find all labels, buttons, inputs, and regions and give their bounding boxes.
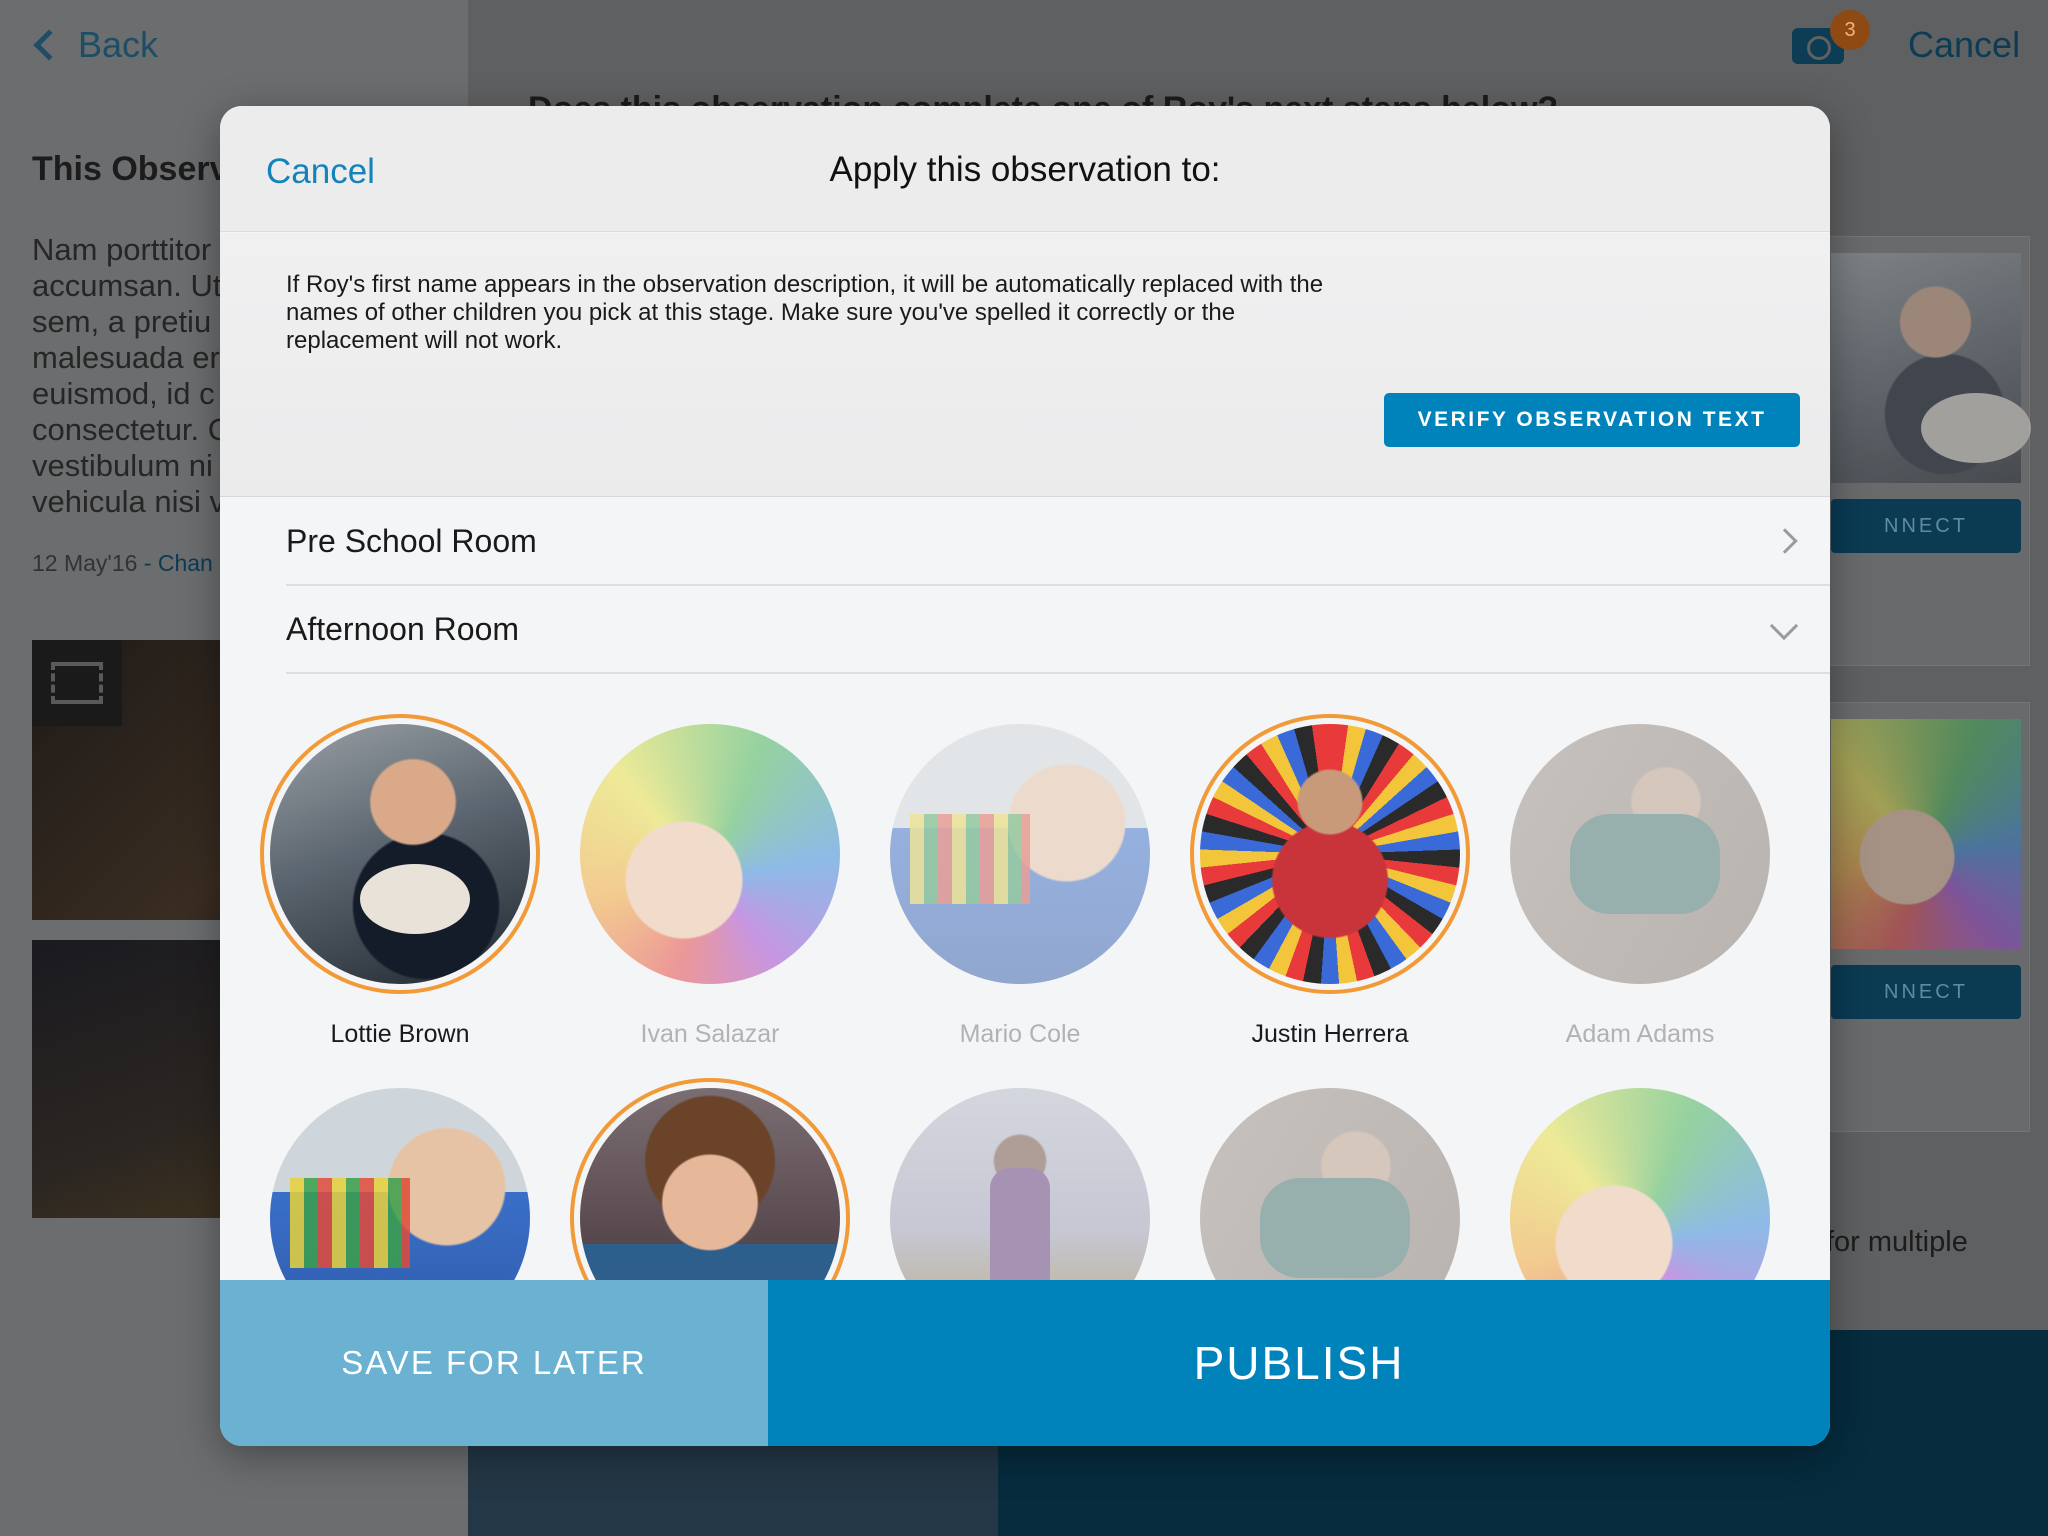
- info-panel: If Roy's first name appears in the obser…: [220, 233, 1830, 497]
- avatar: [260, 714, 540, 994]
- back-label: Back: [78, 24, 159, 65]
- child-mario-cole[interactable]: Mario Cole: [870, 714, 1170, 1049]
- child-ivan-salazar[interactable]: Ivan Salazar: [560, 714, 860, 1049]
- next-step-card: NNECT: [1820, 702, 2030, 1132]
- chevron-right-icon: [1772, 528, 1798, 554]
- back-button[interactable]: Back: [30, 24, 158, 66]
- chevron-down-icon: [1769, 611, 1799, 641]
- film-icon: [32, 640, 122, 726]
- child-adam-adams[interactable]: Adam Adams: [1490, 714, 1790, 1049]
- room-label: Pre School Room: [286, 522, 537, 559]
- next-step-card: NNECT: [1820, 236, 2031, 666]
- avatar: [880, 714, 1160, 994]
- child-name: Lottie Brown: [330, 1020, 470, 1048]
- chevron-left-icon: [33, 29, 65, 61]
- camera-count-badge: 3: [1830, 10, 1870, 50]
- date-text: 12 May'16: [32, 550, 138, 576]
- child-name: Mario Cole: [959, 1020, 1081, 1048]
- card-image: [1831, 253, 2031, 483]
- observation-date: 12 May'16 - Chan: [32, 550, 213, 577]
- save-for-later-button[interactable]: SAVE FOR LATER: [220, 1280, 768, 1446]
- avatar: [1500, 714, 1780, 994]
- multiple-text: for multiple: [1826, 1226, 1968, 1258]
- child-name: Justin Herrera: [1251, 1020, 1409, 1048]
- publish-button[interactable]: PUBLISH: [768, 1280, 1830, 1446]
- modal-cancel-button[interactable]: Cancel: [266, 152, 375, 192]
- avatar: [1190, 714, 1470, 994]
- modal-header: Apply this observation to: Cancel: [220, 106, 1830, 232]
- card-connect-button[interactable]: NNECT: [1831, 499, 2021, 553]
- child-name: Adam Adams: [1565, 1020, 1715, 1048]
- avatar: [570, 714, 850, 994]
- background-cancel-button[interactable]: Cancel: [1908, 24, 2020, 66]
- room-row-pre-school[interactable]: Pre School Room: [286, 498, 1830, 586]
- info-text: If Roy's first name appears in the obser…: [286, 271, 1324, 354]
- apply-observation-modal: Apply this observation to: Cancel If Roy…: [220, 106, 1830, 1446]
- room-row-afternoon[interactable]: Afternoon Room: [286, 586, 1830, 674]
- card-image: [1831, 719, 2021, 949]
- child-lottie-brown[interactable]: Lottie Brown: [250, 714, 550, 1049]
- room-label: Afternoon Room: [286, 610, 520, 647]
- modal-title: Apply this observation to:: [829, 150, 1221, 189]
- modal-footer: SAVE FOR LATER PUBLISH: [220, 1280, 1830, 1446]
- verify-observation-button[interactable]: VERIFY OBSERVATION TEXT: [1384, 393, 1800, 447]
- child-justin-herrera[interactable]: Justin Herrera: [1180, 714, 1480, 1049]
- child-name: Ivan Salazar: [640, 1020, 780, 1048]
- observation-title: This Observ: [32, 150, 229, 188]
- card-connect-button[interactable]: NNECT: [1831, 965, 2021, 1019]
- date-link[interactable]: - Chan: [144, 550, 213, 576]
